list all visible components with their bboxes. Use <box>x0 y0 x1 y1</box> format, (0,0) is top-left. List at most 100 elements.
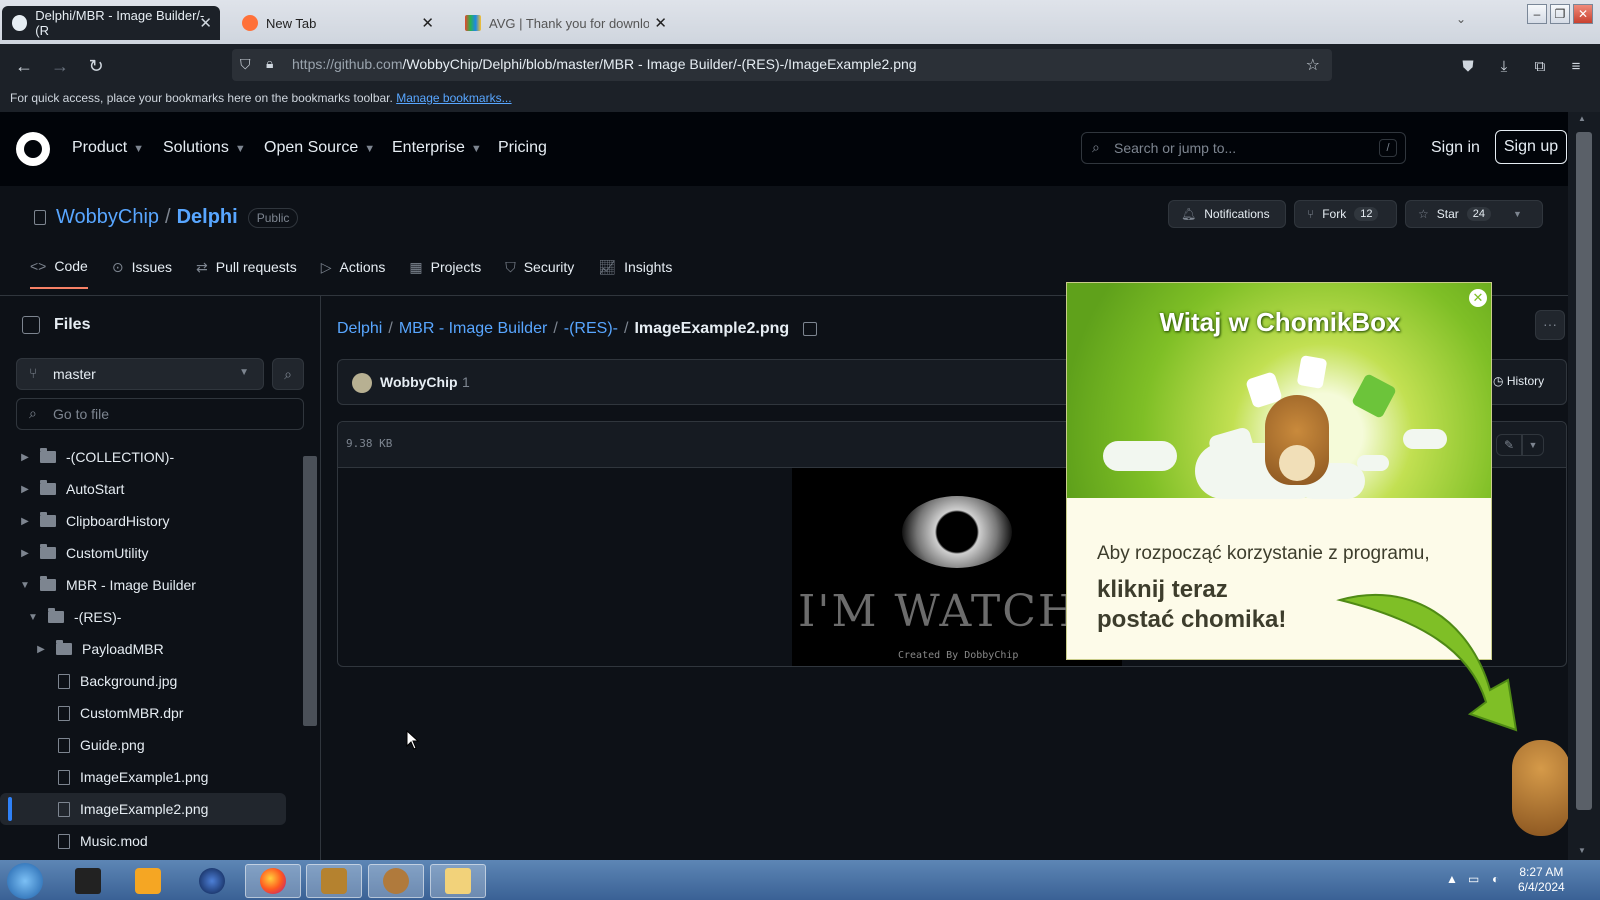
scroll-thumb[interactable] <box>1576 132 1592 810</box>
taskbar-app-firefox[interactable] <box>245 864 301 898</box>
network-icon[interactable]: ▭ <box>1468 872 1479 886</box>
tab-issues[interactable]: ⊙ Issues <box>112 254 172 289</box>
back-arrow-icon[interactable]: ← <box>12 54 36 78</box>
tab-actions[interactable]: ▷ Actions <box>321 254 386 289</box>
list-tabs-icon[interactable]: ⌄ <box>1456 12 1466 26</box>
tab-insights[interactable]: 📈︎ Insights <box>598 254 672 289</box>
volume-icon[interactable]: ◐ <box>1492 872 1499 886</box>
go-to-file-input[interactable]: ⌕ Go to file <box>16 398 304 430</box>
taskbar-app-explorer[interactable] <box>430 864 486 898</box>
taskbar-app-chomikbox[interactable] <box>306 864 362 898</box>
extensions-icon[interactable]: ⧉ <box>1528 54 1552 78</box>
tree-folder-item[interactable]: ▶ -(COLLECTION)- <box>0 441 300 473</box>
sign-in-link[interactable]: Sign in <box>1431 139 1480 157</box>
chevron-down-icon[interactable]: ▼ <box>18 580 32 591</box>
start-button[interactable] <box>0 863 50 899</box>
nav-enterprise[interactable]: Enterprise ▼ <box>392 139 482 157</box>
hamster-mascot-icon[interactable] <box>1265 395 1329 485</box>
scroll-down-icon[interactable]: ▼ <box>1578 846 1586 855</box>
sidebar-collapse-icon[interactable] <box>22 316 40 334</box>
github-logo-icon[interactable] <box>16 132 50 166</box>
tree-file-item[interactable]: CustomMBR.dpr <box>0 697 300 729</box>
page-scrollbar[interactable]: ▲ ▼ <box>1568 112 1600 860</box>
tree-folder-item[interactable]: ▼ -(RES)- <box>0 601 300 633</box>
pocket-icon[interactable]: ⛊ <box>1456 54 1480 78</box>
notifications-button[interactable]: 🔔︎ Notifications <box>1168 200 1286 228</box>
table-icon: ▦ <box>409 258 423 275</box>
close-window-icon[interactable]: ✕ <box>1573 4 1593 24</box>
tree-folder-item[interactable]: ▶ PayloadMBR <box>0 633 300 665</box>
tree-file-item[interactable]: Background.jpg <box>0 665 300 697</box>
sidebar-scrollbar[interactable] <box>303 456 317 726</box>
forward-arrow-icon[interactable]: → <box>48 54 72 78</box>
pencil-icon[interactable]: ✎ <box>1496 434 1522 456</box>
branch-selector[interactable]: ⑂ master ▼ <box>16 358 264 390</box>
nav-solutions[interactable]: Solutions ▼ <box>163 139 246 157</box>
copy-path-icon[interactable] <box>803 322 818 336</box>
taskbar-app-chomik[interactable] <box>368 864 424 898</box>
minimize-icon[interactable]: – <box>1527 4 1547 24</box>
more-options-button[interactable]: ··· <box>1535 310 1565 340</box>
browser-tab-new[interactable]: New Tab ✕ <box>232 6 442 40</box>
browser-tab-github[interactable]: Delphi/MBR - Image Builder/-(R ✕ <box>2 6 220 40</box>
star-button[interactable]: ☆ Star 24 ▼ <box>1405 200 1543 228</box>
tree-file-item[interactable]: ImageExample2.png <box>0 793 286 825</box>
tab-pull-requests[interactable]: ⇄ Pull requests <box>196 254 297 289</box>
commit-author-link[interactable]: WobbyChip <box>380 374 458 390</box>
tab-projects[interactable]: ▦ Projects <box>409 254 481 289</box>
tree-file-item[interactable]: ImageExample1.png <box>0 761 300 793</box>
taskbar-app-globe[interactable] <box>184 864 240 898</box>
chevron-down-icon[interactable]: ▼ <box>1522 434 1544 456</box>
nav-pricing[interactable]: Pricing <box>498 139 547 157</box>
scroll-up-icon[interactable]: ▲ <box>1578 114 1586 123</box>
restore-icon[interactable]: ❐ <box>1550 4 1570 24</box>
history-link[interactable]: ◷ History <box>1493 374 1544 388</box>
tab-security[interactable]: ⛉ Security <box>505 254 574 289</box>
tab-code[interactable]: <> Code <box>30 254 88 289</box>
repo-owner-link[interactable]: WobbyChip <box>56 206 159 229</box>
tree-folder-item[interactable]: ▼ MBR - Image Builder <box>0 569 300 601</box>
downloads-icon[interactable]: ⤓ <box>1492 54 1516 78</box>
breadcrumb-folder-link[interactable]: MBR - Image Builder <box>399 320 548 338</box>
taskbar-app-media-player[interactable] <box>120 864 176 898</box>
chevron-right-icon[interactable]: ▶ <box>18 452 32 463</box>
lock-icon[interactable]: 🔒︎ <box>266 55 273 72</box>
chevron-down-icon[interactable]: ▼ <box>26 612 40 623</box>
sign-up-button[interactable]: Sign up <box>1495 130 1567 164</box>
chevron-down-icon[interactable]: ▼ <box>1513 209 1522 219</box>
search-input[interactable]: ⌕ Search or jump to... / <box>1081 132 1406 164</box>
search-files-button[interactable]: ⌕ <box>272 358 304 390</box>
nav-product[interactable]: Product ▼ <box>72 139 144 157</box>
tree-folder-item[interactable]: ▶ AutoStart <box>0 473 300 505</box>
reload-icon[interactable]: ↻ <box>84 54 108 78</box>
chevron-right-icon[interactable]: ▶ <box>18 516 32 527</box>
url-bar[interactable]: ⛉ 🔒︎ https://github.com/WobbyChip/Delphi… <box>232 49 1332 81</box>
tree-file-item[interactable]: Guide.png <box>0 729 300 761</box>
tree-folder-item[interactable]: ▶ CustomUtility <box>0 537 300 569</box>
browser-tab-avg[interactable]: AVG | Thank you for downloadi ✕ <box>455 6 675 40</box>
tray-expand-icon[interactable]: ▲ <box>1446 872 1458 886</box>
close-tab-icon[interactable]: ✕ <box>421 14 434 32</box>
shield-icon[interactable]: ⛉ <box>240 56 251 73</box>
bookmark-star-icon[interactable]: ☆ <box>1306 55 1320 75</box>
close-ad-icon[interactable]: ✕ <box>1469 289 1487 307</box>
tree-folder-item[interactable]: ▶ ClipboardHistory <box>0 505 300 537</box>
hamster-desktop-mascot-icon[interactable] <box>1512 740 1570 836</box>
search-icon: ⌕ <box>284 366 292 382</box>
chevron-right-icon[interactable]: ▶ <box>18 548 32 559</box>
breadcrumb-repo-link[interactable]: Delphi <box>337 320 382 338</box>
close-tab-icon[interactable]: ✕ <box>654 14 667 32</box>
close-tab-icon[interactable]: ✕ <box>199 14 212 32</box>
chevron-right-icon[interactable]: ▶ <box>18 484 32 495</box>
taskbar-app-terminal[interactable] <box>60 864 116 898</box>
repo-name-link[interactable]: Delphi <box>177 206 238 229</box>
manage-bookmarks-link[interactable]: Manage bookmarks... <box>396 91 511 105</box>
chevron-right-icon[interactable]: ▶ <box>34 644 48 655</box>
avatar[interactable] <box>352 373 372 393</box>
tree-file-item[interactable]: Music.mod <box>0 825 300 857</box>
menu-icon[interactable]: ≡ <box>1564 54 1588 78</box>
breadcrumb-subfolder-link[interactable]: -(RES)- <box>564 320 618 338</box>
taskbar-clock[interactable]: 8:27 AM 6/4/2024 <box>1518 865 1565 895</box>
fork-button[interactable]: ⑂ Fork 12 <box>1294 200 1397 228</box>
nav-open-source[interactable]: Open Source ▼ <box>264 139 375 157</box>
